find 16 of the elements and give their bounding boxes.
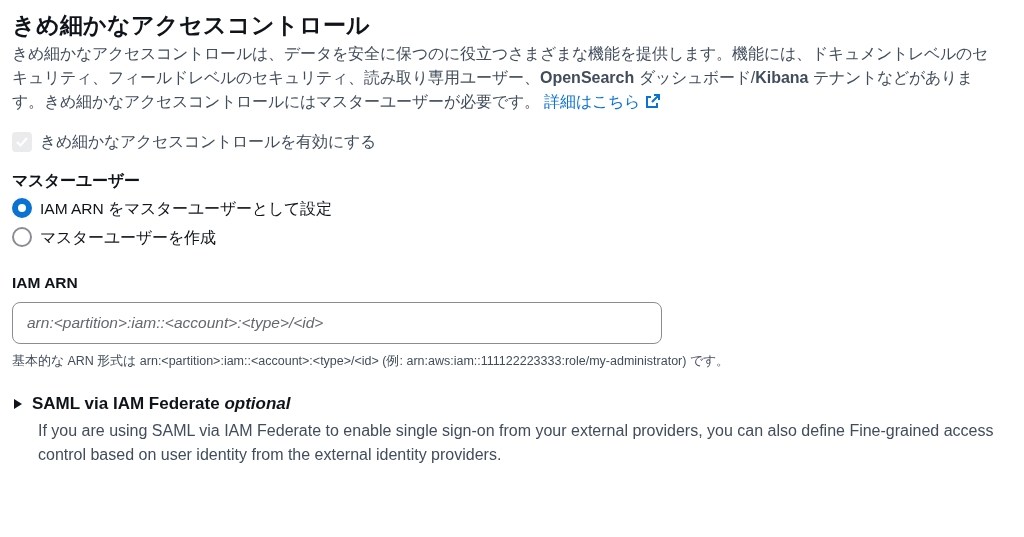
checkbox-label: きめ細かなアクセスコントロールを有効にする: [40, 132, 376, 152]
expand-caret-icon[interactable]: [12, 397, 24, 410]
field-hint: 基本的な ARN 形式は arn:<partition>:iam::<account>:<type>/<id> (例: arn:aws:iam::111122223333:role/my-administrator) です。: [12, 353, 730, 371]
expandable-section-title[interactable]: SAML via IAM Federate optional: [32, 391, 291, 417]
external-link-icon: [644, 93, 661, 109]
description-paragraph: きめ細かなアクセスコントロールは、データを安全に保つのに役立つさまざまな機能を提供します。機能には、ドキュメントレベルのセキュリティ、フィールドレベルのセキュリティ、読み取り専用ユーザー、OpenSearch ダッシュボード/Kibana テナントなどがあります。きめ細かなアクセスコントロールにはマスターユーザーが必要です。 詳細はこちら: [12, 44, 989, 112]
section-title: きめ細かなアクセスコントロール: [12, 11, 371, 40]
radio-label: IAM ARN をマスターユーザーとして設定: [40, 198, 333, 219]
radio-button[interactable]: [12, 198, 32, 219]
learn-more-link[interactable]: 詳細はこちら: [544, 93, 661, 110]
field-label: IAM ARN: [12, 273, 79, 293]
radio-button[interactable]: [12, 227, 32, 248]
arn-input-field[interactable]: arn:<partition>:iam::<account>:<type>/<id>: [12, 302, 662, 345]
group-label: マスターユーザー: [12, 171, 141, 192]
section-description: If you are using SAML via IAM Federate to enable single sign-on from your external providers, you can also define Fine-grained access control based on user identity from the external identity providers.: [38, 420, 995, 465]
radio-label: マスターユーザーを作成: [40, 227, 216, 248]
